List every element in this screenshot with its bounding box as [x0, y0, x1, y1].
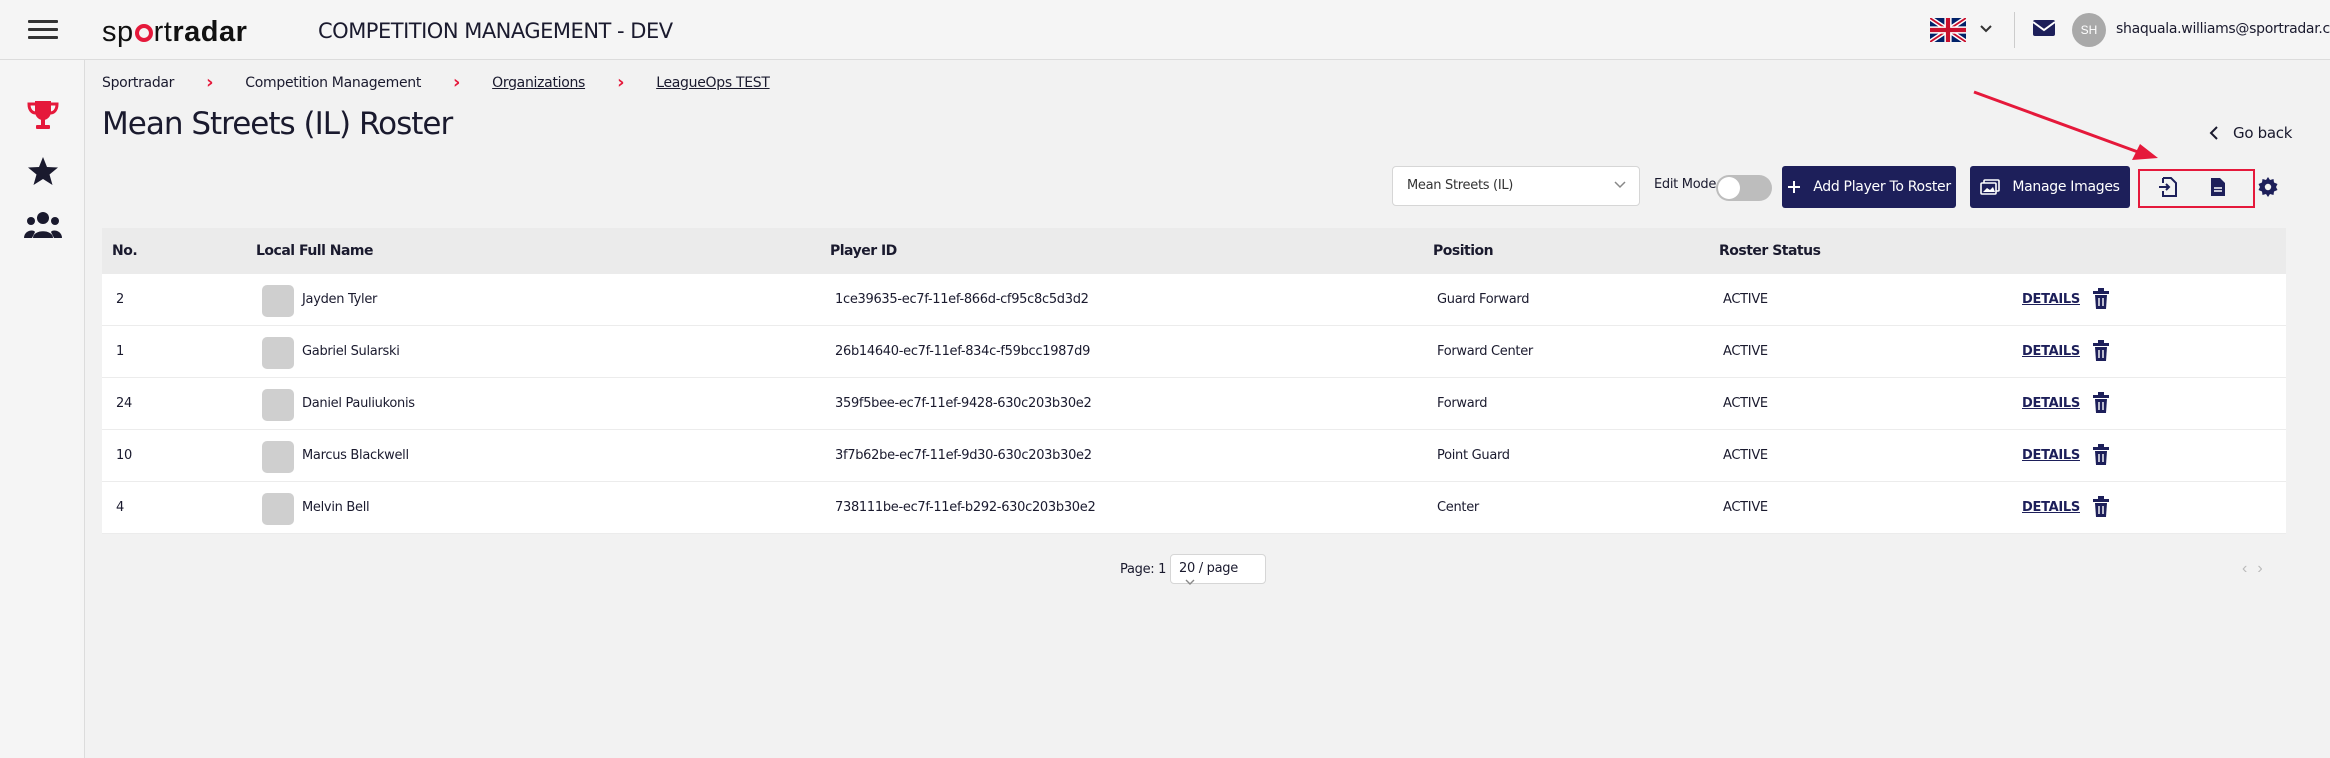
cell-status: ACTIVE	[1723, 292, 1768, 307]
cell-no: 24	[116, 396, 132, 411]
chevron-right-icon: ›	[206, 72, 214, 93]
details-link[interactable]: DETAILS	[2022, 344, 2080, 359]
chevron-down-icon[interactable]	[1978, 20, 1994, 36]
pagination-arrows: ‹›	[2242, 560, 2273, 578]
header-local-full-name[interactable]: Local Full Name	[256, 243, 374, 259]
top-bar: sp rtradar COMPETITION MANAGEMENT - DEV S…	[0, 0, 2330, 60]
edit-mode-label: Edit Mode	[1654, 177, 1717, 192]
player-thumbnail	[262, 285, 294, 317]
breadcrumb-organizations[interactable]: Organizations	[492, 75, 585, 91]
trash-icon[interactable]	[2092, 392, 2110, 414]
table-row[interactable]: 1 Gabriel Sularski 26b14640-ec7f-11ef-83…	[102, 326, 2286, 378]
cell-name: Marcus Blackwell	[302, 448, 409, 463]
chevron-down-icon	[1614, 181, 1626, 189]
cell-player-id: 359f5bee-ec7f-11ef-9428-630c203b30e2	[835, 396, 1092, 411]
roster-table: No. Local Full Name Player ID Position R…	[102, 228, 2286, 534]
table-row[interactable]: 24 Daniel Pauliukonis 359f5bee-ec7f-11ef…	[102, 378, 2286, 430]
cell-position: Center	[1437, 500, 1479, 515]
details-link[interactable]: DETAILS	[2022, 448, 2080, 463]
details-link[interactable]: DETAILS	[2022, 500, 2080, 515]
trash-icon[interactable]	[2092, 444, 2110, 466]
go-back-link[interactable]: Go back	[2209, 124, 2292, 142]
cell-name: Gabriel Sularski	[302, 344, 400, 359]
mail-icon[interactable]	[2032, 18, 2056, 38]
star-icon[interactable]	[24, 154, 62, 188]
header-position[interactable]: Position	[1433, 243, 1494, 259]
toggle-knob	[1718, 177, 1740, 199]
cell-player-id: 1ce39635-ec7f-11ef-866d-cf95c8c5d3d2	[835, 292, 1089, 307]
details-link[interactable]: DETAILS	[2022, 292, 2080, 307]
plus-icon	[1788, 181, 1801, 193]
cell-no: 1	[116, 344, 124, 359]
sportradar-logo[interactable]: sp rtradar	[102, 16, 247, 49]
trash-icon[interactable]	[2092, 496, 2110, 518]
cell-position: Point Guard	[1437, 448, 1510, 463]
go-back-label: Go back	[2233, 124, 2293, 142]
breadcrumb-leagueops-test[interactable]: LeagueOps TEST	[656, 75, 770, 91]
player-thumbnail	[262, 337, 294, 369]
page-indicator: Page: 1	[1120, 562, 1167, 577]
trash-icon[interactable]	[2092, 288, 2110, 310]
details-link[interactable]: DETAILS	[2022, 396, 2080, 411]
header-roster-status[interactable]: Roster Status	[1719, 243, 1821, 259]
chevron-left-icon	[2209, 126, 2218, 140]
trophy-icon[interactable]	[24, 98, 62, 132]
cell-no: 10	[116, 448, 132, 463]
breadcrumb-sportradar[interactable]: Sportradar	[102, 75, 174, 91]
divider	[2014, 12, 2015, 48]
chevron-right-icon: ›	[453, 72, 461, 93]
file-document-icon[interactable]	[2203, 172, 2233, 202]
page-size-select[interactable]: 20 / page	[1170, 554, 1266, 585]
table-row[interactable]: 4 Melvin Bell 738111be-ec7f-11ef-b292-63…	[102, 482, 2286, 534]
prev-page-icon[interactable]: ‹	[2242, 560, 2257, 577]
cell-position: Forward	[1437, 396, 1488, 411]
cell-status: ACTIVE	[1723, 396, 1768, 411]
cell-name: Melvin Bell	[302, 500, 370, 515]
cell-position: Forward Center	[1437, 344, 1533, 359]
cell-no: 4	[116, 500, 124, 515]
users-group-icon[interactable]	[24, 208, 62, 242]
user-email[interactable]: shaquala.williams@sportradar.com	[2116, 21, 2330, 37]
manage-images-button[interactable]: Manage Images	[1970, 166, 2130, 208]
cell-no: 2	[116, 292, 124, 307]
cell-player-id: 26b14640-ec7f-11ef-834c-f59bcc1987d9	[835, 344, 1091, 359]
page-title: Mean Streets (IL) Roster	[102, 106, 453, 142]
cell-player-id: 738111be-ec7f-11ef-b292-630c203b30e2	[835, 500, 1096, 515]
cell-name: Daniel Pauliukonis	[302, 396, 415, 411]
page-size-value: 20 / page	[1179, 561, 1238, 576]
avatar[interactable]: SH	[2072, 13, 2106, 47]
gear-icon[interactable]	[2253, 172, 2283, 202]
header-no[interactable]: No.	[112, 243, 138, 259]
main-content: Sportradar › Competition Management › Or…	[86, 60, 2330, 758]
player-thumbnail	[262, 441, 294, 473]
cell-position: Guard Forward	[1437, 292, 1530, 307]
next-page-icon[interactable]: ›	[2257, 560, 2272, 577]
team-select-value: Mean Streets (IL)	[1407, 178, 1514, 193]
cell-name: Jayden Tyler	[302, 292, 378, 307]
team-select[interactable]: Mean Streets (IL)	[1392, 166, 1640, 206]
player-thumbnail	[262, 389, 294, 421]
uk-flag-icon[interactable]	[1930, 18, 1966, 42]
breadcrumb: Sportradar › Competition Management › Or…	[102, 72, 770, 93]
trash-icon[interactable]	[2092, 340, 2110, 362]
player-thumbnail	[262, 493, 294, 525]
cell-status: ACTIVE	[1723, 448, 1768, 463]
cell-status: ACTIVE	[1723, 500, 1768, 515]
app-title: COMPETITION MANAGEMENT - DEV	[318, 19, 673, 43]
side-nav	[0, 60, 85, 758]
table-row[interactable]: 2 Jayden Tyler 1ce39635-ec7f-11ef-866d-c…	[102, 274, 2286, 326]
cell-status: ACTIVE	[1723, 344, 1768, 359]
chevron-right-icon: ›	[617, 72, 625, 93]
header-player-id[interactable]: Player ID	[830, 243, 897, 259]
breadcrumb-competition-management[interactable]: Competition Management	[245, 75, 421, 91]
edit-mode-toggle[interactable]	[1716, 175, 1772, 201]
cell-player-id: 3f7b62be-ec7f-11ef-9d30-630c203b30e2	[835, 448, 1092, 463]
table-row[interactable]: 10 Marcus Blackwell 3f7b62be-ec7f-11ef-9…	[102, 430, 2286, 482]
hamburger-menu-icon[interactable]	[28, 20, 58, 40]
import-file-icon[interactable]	[2153, 172, 2183, 202]
add-player-button[interactable]: Add Player To Roster	[1782, 166, 1956, 208]
images-icon	[1980, 179, 2001, 195]
table-header: No. Local Full Name Player ID Position R…	[102, 228, 2286, 274]
chevron-down-icon	[1185, 579, 1195, 585]
